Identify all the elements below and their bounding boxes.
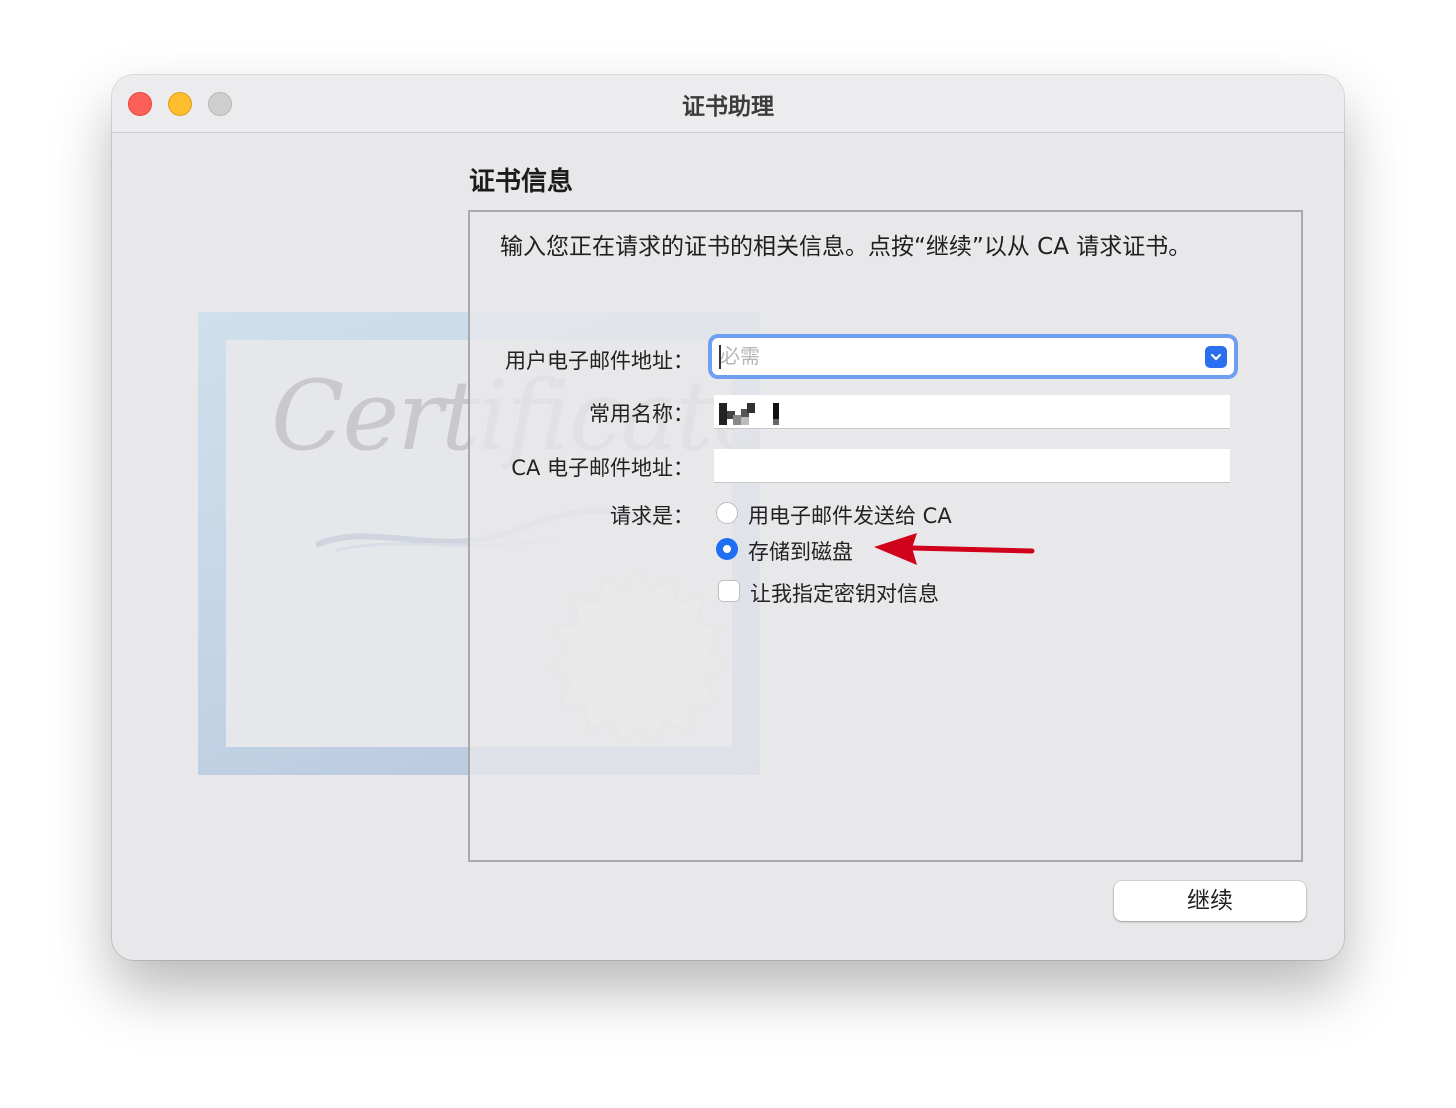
redacted-name-pixels — [719, 403, 779, 425]
ca-email-input[interactable] — [722, 453, 1192, 481]
common-name-field[interactable] — [714, 395, 1230, 429]
email-input[interactable] — [720, 342, 1190, 370]
section-title: 证书信息 — [469, 167, 574, 197]
radio-email-ca[interactable] — [716, 502, 738, 524]
email-field[interactable] — [712, 338, 1234, 375]
ca-email-label: CA 电子邮件地址： — [511, 456, 694, 480]
common-name-input[interactable] — [722, 399, 1192, 427]
continue-button[interactable]: 继续 — [1114, 881, 1306, 921]
email-label: 用户电子邮件地址： — [505, 349, 694, 373]
ca-email-field[interactable] — [714, 449, 1230, 483]
option-email-ca-label[interactable]: 用电子邮件发送给 CA — [748, 500, 952, 530]
red-arrow-icon — [874, 533, 1035, 565]
option-save-to-disk-label[interactable]: 存储到磁盘 — [748, 536, 853, 566]
text-caret — [719, 345, 721, 369]
titlebar: 证书助理 — [112, 75, 1344, 133]
intro-text: 输入您正在请求的证书的相关信息。点按“继续”以从 CA 请求证书。 — [500, 234, 1192, 260]
key-pair-checkbox[interactable] — [718, 580, 740, 602]
email-dropdown-button[interactable] — [1205, 346, 1227, 368]
window-title: 证书助理 — [682, 94, 774, 120]
certificate-assistant-window: 证书助理 Certificate 证书信息 输入您正在请求的证书的相关信息。点按… — [112, 75, 1344, 960]
radio-save-to-disk[interactable] — [716, 538, 738, 560]
chevron-down-icon — [1210, 353, 1222, 361]
key-pair-checkbox-label[interactable]: 让我指定密钥对信息 — [750, 578, 939, 608]
common-name-label: 常用名称： — [589, 402, 694, 426]
request-label: 请求是： — [610, 504, 694, 528]
